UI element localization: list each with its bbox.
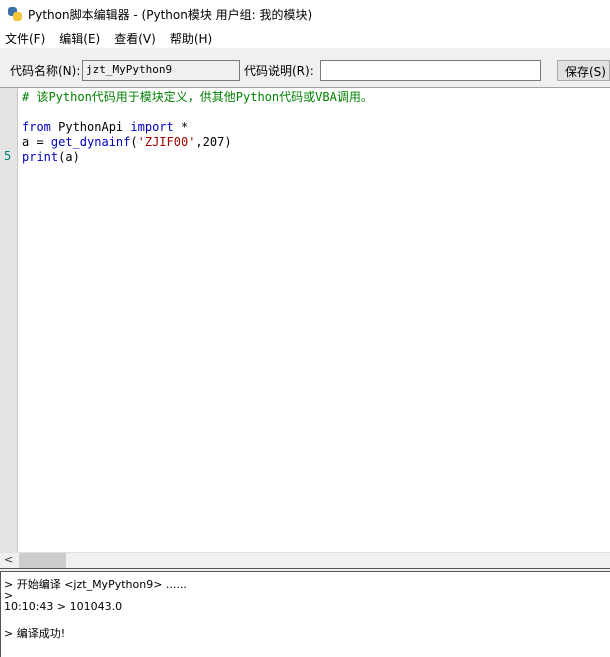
output-line: > 开始编译 <jzt_MyPython9> ......: [4, 578, 187, 591]
menu-view[interactable]: 查看(V): [114, 30, 156, 47]
code-name-input[interactable]: jzt_MyPython9: [82, 60, 240, 81]
window-title: Python脚本编辑器 - (Python模块 用户组: 我的模块): [28, 7, 313, 22]
code-line-print: print(a): [22, 150, 80, 165]
function-name: print: [22, 150, 59, 164]
output-line: 10:10:43 > 101043.0: [4, 600, 123, 613]
code-name-label: 代码名称(N):: [10, 64, 81, 78]
code-text: ,207): [195, 135, 232, 149]
toolbar: 代码名称(N): jzt_MyPython9 代码说明(R): 保存(S): [0, 48, 610, 88]
function-name: get_dynainf: [50, 135, 131, 149]
menu-bar: 文件(F) 编辑(E) 查看(V) 帮助(H): [0, 28, 610, 48]
code-line-import: from PythonApi import *: [22, 120, 188, 135]
menu-help[interactable]: 帮助(H): [170, 30, 212, 47]
keyword: import: [130, 120, 174, 134]
output-line: > 编译成功!: [4, 627, 66, 640]
title-bar: Python脚本编辑器 - (Python模块 用户组: 我的模块): [0, 0, 610, 28]
code-editor[interactable]: 5 # 该Python代码用于模块定义，供其他Python代码或VBA调用。 f…: [0, 88, 610, 552]
code-text: *: [173, 120, 189, 134]
code-description-input[interactable]: [320, 60, 541, 81]
menu-edit[interactable]: 编辑(E): [59, 30, 100, 47]
string-literal: 'ZJIF00': [137, 135, 196, 149]
save-button[interactable]: 保存(S): [557, 60, 610, 81]
python-logo-icon: [8, 7, 22, 21]
code-text: (: [130, 135, 138, 149]
code-line-comment: # 该Python代码用于模块定义，供其他Python代码或VBA调用。: [22, 90, 373, 104]
code-description-label: 代码说明(R):: [244, 64, 314, 78]
keyword: from: [22, 120, 51, 134]
menu-file[interactable]: 文件(F): [5, 30, 45, 47]
output-panel: > 开始编译 <jzt_MyPython9> ...... > 10:10:43…: [0, 572, 610, 657]
scrollbar-thumb[interactable]: [19, 553, 66, 568]
scroll-left-arrow-icon[interactable]: <: [4, 553, 13, 566]
line-number: 5: [4, 149, 12, 163]
module: PythonApi: [50, 120, 131, 134]
code-text: a =: [22, 135, 51, 149]
code-text: (a): [58, 150, 80, 164]
code-line-assign: a = get_dynainf('ZJIF00',207): [22, 135, 232, 150]
horizontal-scrollbar[interactable]: <: [0, 552, 610, 568]
